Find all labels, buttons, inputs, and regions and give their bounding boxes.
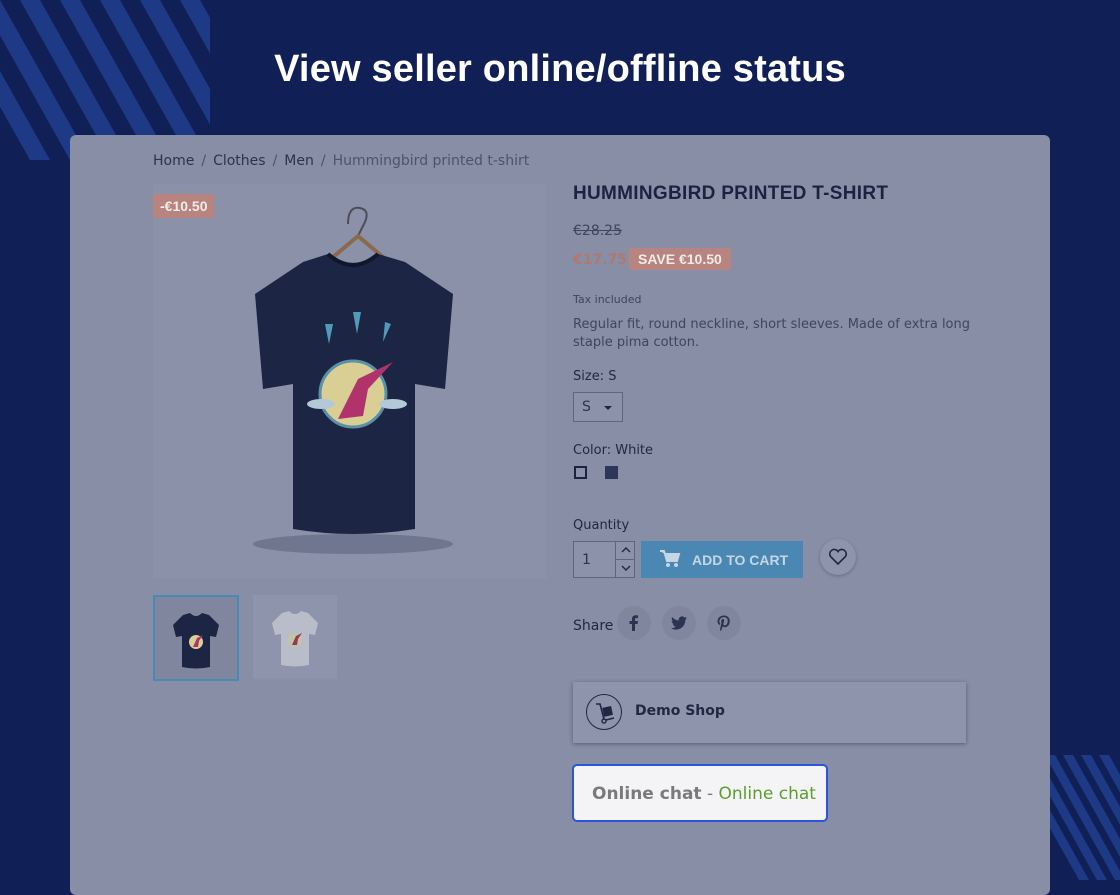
product-description: Regular fit, round neckline, short sleev… [573, 317, 970, 350]
breadcrumb-current: Hummingbird printed t-shirt [332, 153, 530, 169]
add-to-cart-button[interactable]: ADD TO CART [641, 541, 803, 578]
share-label: Share [573, 618, 614, 634]
current-price: €17.75 [573, 252, 628, 268]
quantity-increase-button[interactable] [616, 542, 636, 559]
chat-status-line: Online chat - Online chat [592, 784, 816, 804]
thumbnail-navy-image [173, 613, 219, 669]
chevron-down-icon [621, 565, 631, 571]
online-chat-status-box[interactable]: Online chat - Online chat [572, 764, 828, 822]
color-swatch-white[interactable] [574, 466, 587, 479]
facebook-icon [629, 615, 638, 631]
wishlist-button[interactable] [820, 539, 856, 575]
tax-note: Tax included [573, 293, 642, 306]
quantity-label: Quantity [573, 518, 630, 533]
chat-separator: - [701, 784, 719, 804]
pinterest-icon [717, 615, 730, 631]
thumbnail-white-image [272, 611, 318, 667]
chat-status: Online chat [718, 784, 816, 804]
breadcrumb-home[interactable]: Home [153, 153, 194, 169]
breadcrumb-separator: / [272, 153, 278, 169]
thumbnail-white[interactable] [253, 595, 337, 679]
cart-icon [659, 549, 681, 572]
add-to-cart-label: ADD TO CART [692, 552, 789, 568]
product-main-image[interactable]: -€10.50 [153, 184, 547, 578]
page-heading: View seller online/offline status [274, 48, 846, 90]
decorative-stripes-bottom-right [1045, 755, 1120, 880]
chevron-down-icon [604, 406, 612, 410]
product-title: HUMMINGBIRD PRINTED T-SHIRT [573, 183, 889, 204]
seller-name[interactable]: Demo Shop [635, 703, 725, 719]
facebook-share-button[interactable] [617, 606, 651, 640]
twitter-icon [671, 616, 687, 630]
size-select-value: S [582, 399, 591, 415]
quantity-decrease-button[interactable] [616, 560, 636, 577]
regular-price: €28.25 [573, 223, 622, 239]
color-swatch-navy[interactable] [605, 466, 618, 479]
breadcrumb-clothes[interactable]: Clothes [213, 153, 266, 169]
breadcrumb-men[interactable]: Men [284, 153, 314, 169]
chat-label: Online chat [592, 784, 702, 804]
color-label: Color: White [573, 443, 654, 458]
seller-card[interactable]: Demo Shop [573, 682, 966, 743]
product-page-panel: Home / Clothes / Men / Hummingbird printed t-s… [70, 135, 1050, 895]
quantity-stepper[interactable]: 1 [573, 541, 635, 578]
breadcrumb: Home / Clothes / Men / Hummingbird printed t-s… [153, 153, 529, 169]
size-select[interactable]: S [573, 392, 623, 422]
breadcrumb-separator: / [320, 153, 326, 169]
twitter-share-button[interactable] [662, 606, 696, 640]
size-label: Size: S [573, 369, 617, 384]
quantity-input[interactable]: 1 [582, 552, 591, 568]
breadcrumb-separator: / [201, 153, 207, 169]
thumbnail-navy[interactable] [153, 595, 239, 681]
pinterest-share-button[interactable] [707, 606, 741, 640]
seller-logo [586, 694, 622, 730]
tshirt-image [253, 206, 453, 554]
hand-truck-icon [596, 703, 615, 724]
discount-flag: -€10.50 [153, 194, 215, 218]
save-badge: SAVE €10.50 [629, 248, 731, 270]
heart-icon [828, 548, 848, 566]
chevron-up-icon [621, 547, 631, 553]
